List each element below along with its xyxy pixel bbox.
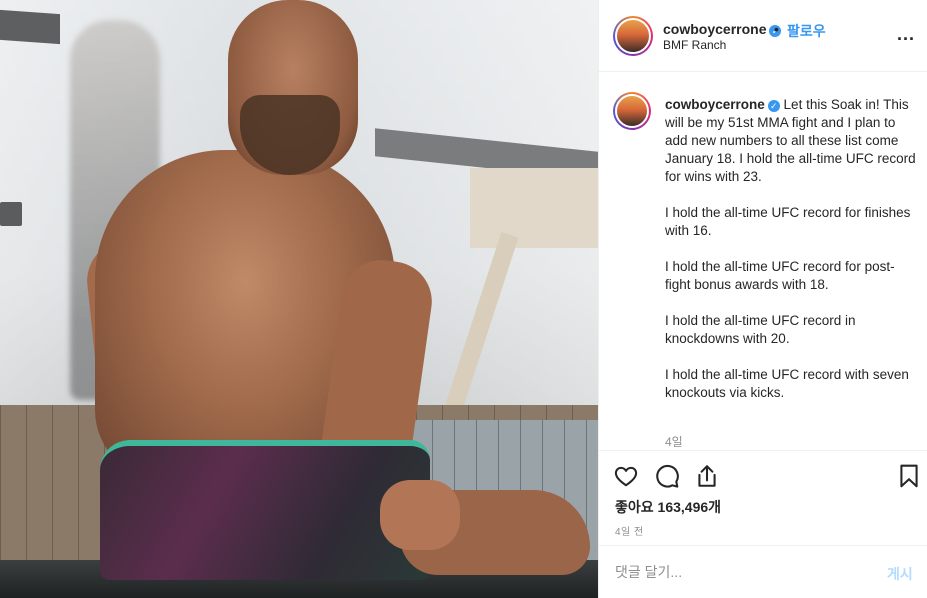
caption-text: cowboycerrone ✓ Let this Soak in! This wi…	[665, 96, 917, 402]
caption-paragraph: I hold the all-time UFC record in knockd…	[665, 313, 856, 346]
post-side-panel: cowboycerrone ✓ • 팔로우 BMF Ranch ... cowbo…	[598, 0, 927, 598]
caption-paragraph: I hold the all-time UFC record with seve…	[665, 367, 909, 400]
post-date[interactable]: 4일 전	[615, 523, 644, 538]
caption-paragraph: I hold the all-time UFC record for post-…	[665, 259, 895, 292]
heart-icon[interactable]	[613, 463, 639, 489]
photo-person-hands	[380, 480, 460, 550]
photo-rail-bracket	[0, 202, 22, 226]
caption-area: cowboycerrone ✓ Let this Soak in! This wi…	[599, 72, 927, 450]
post-photo[interactable]	[0, 0, 598, 598]
caption-username[interactable]: cowboycerrone	[665, 97, 765, 112]
avatar[interactable]	[613, 16, 653, 56]
post-comment-button[interactable]: 게시	[887, 564, 913, 584]
verified-badge-icon: ✓	[767, 100, 780, 112]
share-icon[interactable]	[694, 463, 720, 489]
caption-avatar[interactable]	[613, 92, 651, 130]
header-username[interactable]: cowboycerrone ✓	[663, 21, 782, 37]
caption-time-ago: 4일	[665, 435, 683, 449]
likes-count[interactable]: 좋아요 163,496개	[615, 497, 721, 517]
photo-starting-block	[470, 168, 598, 248]
comment-form: 게시	[599, 545, 927, 598]
bookmark-icon[interactable]	[896, 463, 922, 489]
post-actions: 좋아요 163,496개 4일 전	[599, 450, 927, 545]
caption-paragraph: I hold the all-time UFC record for finis…	[665, 205, 911, 238]
post-header: cowboycerrone ✓ • 팔로우 BMF Ranch ...	[599, 0, 927, 72]
more-horizontal-icon[interactable]: ...	[897, 24, 915, 45]
comment-icon[interactable]	[654, 463, 680, 489]
follow-button[interactable]: 팔로우	[787, 21, 826, 41]
location-link[interactable]: BMF Ranch	[663, 38, 726, 52]
comment-input[interactable]	[615, 560, 865, 584]
photo-rail	[0, 9, 60, 45]
separator-dot: •	[774, 21, 779, 37]
